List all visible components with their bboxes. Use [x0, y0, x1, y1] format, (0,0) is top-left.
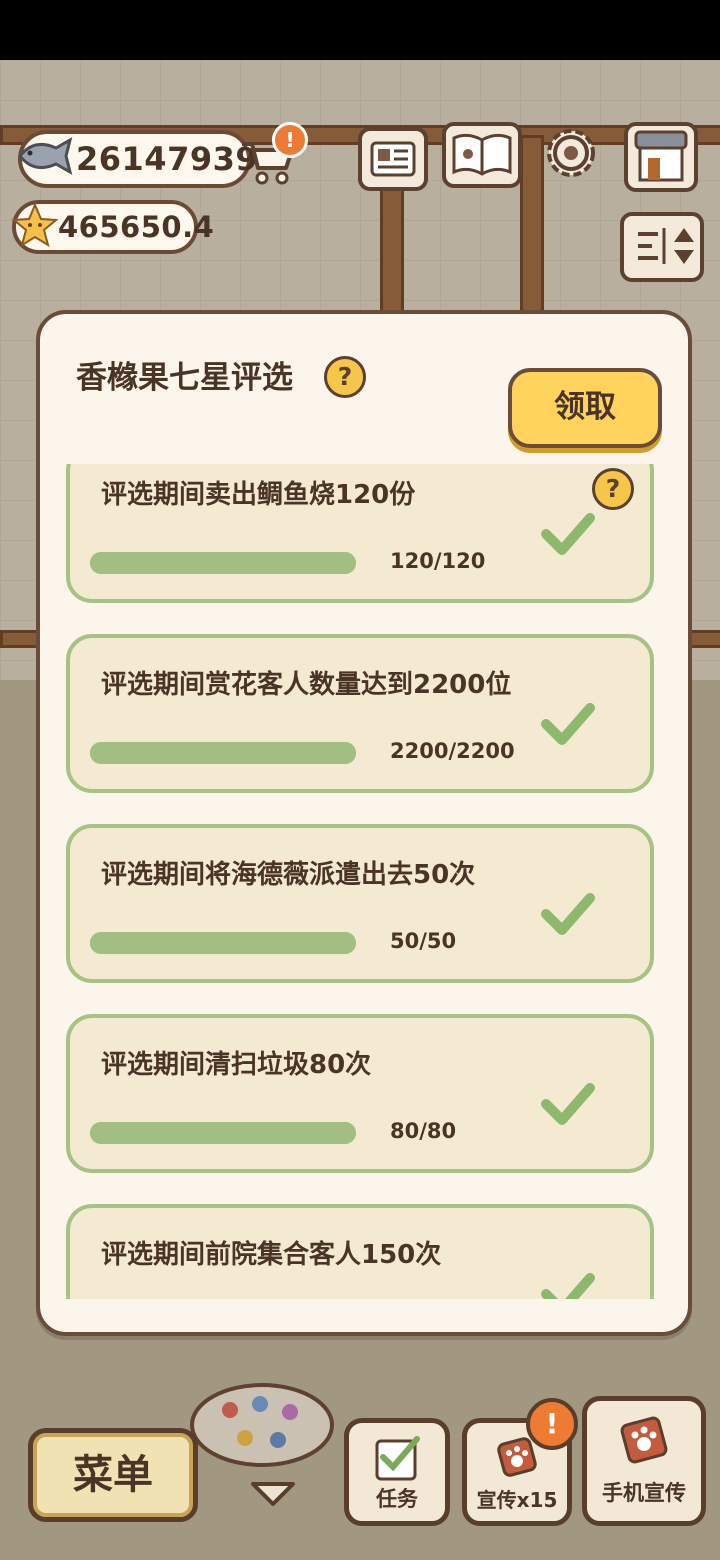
settings-button[interactable] [540, 122, 602, 184]
task-card: 评选期间前院集合客人150次 [66, 1204, 654, 1299]
task-progress-bar [90, 742, 356, 764]
checklist-icon [375, 1436, 420, 1481]
task-progress-fill [90, 552, 356, 574]
cart-alert-badge: ! [272, 122, 308, 158]
task-progress-fill [90, 742, 356, 764]
shop-cart-button[interactable]: ! [238, 122, 308, 186]
checkmark-icon [541, 703, 595, 745]
layout-toggle-button[interactable] [620, 212, 704, 282]
notice-board-icon [370, 141, 416, 177]
checkmark-icon [541, 513, 595, 555]
gear-icon [547, 129, 595, 177]
task-progress-fill [90, 1122, 356, 1144]
chevron-down-icon [251, 1482, 295, 1506]
catalog-book-button[interactable] [442, 122, 522, 188]
dialog-title: 香橼果七星评选 [76, 360, 293, 396]
task-label: 评选期间卖出鲷鱼烧120份 [101, 480, 416, 510]
task-card: 评选期间赏花客人数量达到2200位 2200/2200 [66, 634, 654, 793]
phone-promotion-button[interactable]: 手机宣传 [582, 1396, 706, 1526]
task-progress-bar [90, 932, 356, 954]
task-progress-bar [90, 1122, 356, 1144]
checkmark-icon [541, 893, 595, 935]
task-help-icon[interactable]: ? [592, 468, 634, 510]
menu-button[interactable]: 菜单 [28, 1428, 198, 1522]
task-progress-bar [90, 552, 356, 574]
task-list[interactable]: 评选期间卖出鲷鱼烧120份 ? 120/120 评选期间赏花客人数量达到2200… [62, 464, 666, 1299]
fish-count: 26147939 [76, 140, 259, 178]
fish-currency-pill: 26147939 [18, 130, 258, 188]
status-bar [0, 0, 720, 60]
storefront-icon [634, 130, 688, 182]
book-icon [452, 133, 512, 176]
task-progress-text: 2200/2200 [390, 739, 515, 763]
task-card: 评选期间将海德薇派遣出去50次 50/50 [66, 824, 654, 983]
tasks-button[interactable]: 任务 [344, 1418, 450, 1526]
phone-paw-icon [620, 1416, 668, 1464]
bulletin-board-button[interactable] [358, 127, 428, 191]
task-card: 评选期间卖出鲷鱼烧120份 ? 120/120 [66, 464, 654, 603]
sort-arrows-icon [638, 228, 694, 264]
task-progress-text: 120/120 [390, 549, 486, 573]
task-progress-fill [90, 932, 356, 954]
checkmark-icon [541, 1083, 595, 1125]
fish-icon [18, 136, 73, 176]
shop-building-button[interactable] [624, 122, 698, 192]
task-progress-text: 50/50 [390, 929, 457, 953]
star-rating-pill: 465650.4 [12, 200, 214, 254]
task-card: 评选期间清扫垃圾80次 80/80 [66, 1014, 654, 1173]
task-label: 评选期间前院集合客人150次 [101, 1240, 442, 1270]
collapse-arrow-button[interactable] [248, 1478, 298, 1510]
star-count: 465650.4 [58, 210, 215, 244]
seven-star-review-dialog: 香橼果七星评选 ? 领取 评选期间卖出鲷鱼烧120份 ? 120/120 评选期… [36, 310, 692, 1336]
checkmark-icon [541, 1273, 595, 1299]
task-progress-text: 80/80 [390, 1119, 457, 1143]
tasks-label: 任务 [376, 1487, 418, 1511]
promotion-label: 宣传x15 [476, 1488, 558, 1512]
star-icon [12, 202, 58, 248]
task-label: 评选期间将海德薇派遣出去50次 [101, 860, 476, 890]
promotion-alert-badge: ! [526, 1398, 578, 1450]
task-label: 评选期间赏花客人数量达到2200位 [101, 670, 512, 700]
phone-promotion-label: 手机宣传 [602, 1481, 686, 1505]
dialog-help-icon[interactable]: ? [324, 356, 366, 398]
claim-button[interactable]: 领取 [508, 368, 662, 448]
task-label: 评选期间清扫垃圾80次 [101, 1050, 372, 1080]
